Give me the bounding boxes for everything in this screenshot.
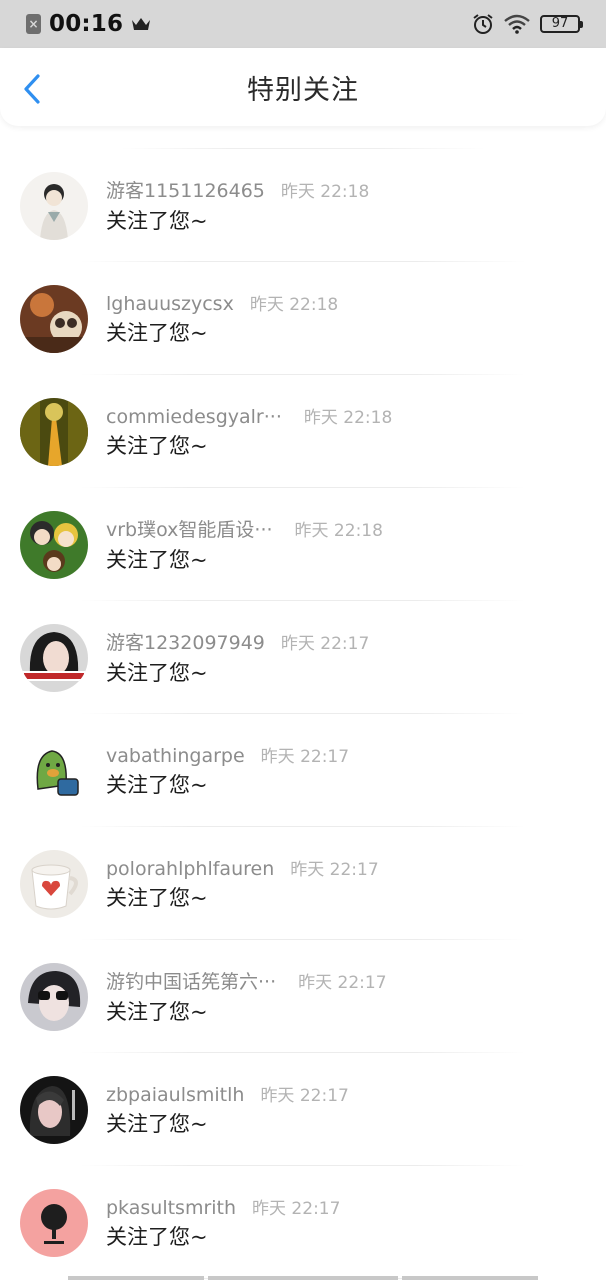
alarm-clock-icon bbox=[473, 14, 493, 34]
user-name: vabathingarpe bbox=[106, 745, 245, 767]
item-info: zbpaiaulsmitlh 昨天 22:17 关注了您~ bbox=[106, 1081, 349, 1138]
user-name: 游客1232097949 bbox=[106, 632, 265, 654]
timestamp: 昨天 22:17 bbox=[280, 634, 370, 654]
crown-icon bbox=[132, 18, 151, 30]
item-info: polorahlphlfauren 昨天 22:17 关注了您~ bbox=[106, 855, 379, 912]
user-name: 游钓中国话筅第六 bbox=[106, 971, 259, 993]
list-item[interactable]: zbpaiaulsmitlh 昨天 22:17 关注了您~ bbox=[0, 1053, 606, 1166]
avatar[interactable] bbox=[20, 962, 88, 1031]
list-item[interactable]: vabathingarpe 昨天 22:17 关注了您~ bbox=[0, 714, 606, 827]
name-ellipsis: ··· bbox=[258, 971, 277, 993]
timestamp: 昨天 22:18 bbox=[294, 521, 383, 541]
list-item[interactable]: polorahlphlfauren 昨天 22:17 关注了您~ bbox=[0, 827, 606, 940]
user-name: vrb璞ox智能盾设 bbox=[106, 519, 255, 541]
status-left: × 00:16 bbox=[26, 11, 151, 37]
status-time: 00:16 bbox=[49, 11, 124, 37]
message-text: 关注了您~ bbox=[106, 1112, 208, 1136]
user-name: zbpaiaulsmitlh bbox=[106, 1084, 245, 1106]
message-text: 关注了您~ bbox=[106, 886, 208, 910]
message-text: 关注了您~ bbox=[106, 209, 208, 233]
list-item[interactable]: commiedesgyalr ··· 昨天 22:18 关注了您~ bbox=[0, 375, 606, 488]
list-item[interactable]: 游客1232097949 昨天 22:17 关注了您~ bbox=[0, 601, 606, 714]
message-text: 关注了您~ bbox=[106, 1000, 208, 1024]
user-name: pkasultsmrith bbox=[106, 1197, 237, 1219]
item-header: lghauuszycsx 昨天 22:18 bbox=[106, 290, 338, 315]
message-text: 关注了您~ bbox=[106, 773, 208, 797]
avatar[interactable] bbox=[20, 1075, 88, 1144]
item-info: 游客1151126465 昨天 22:18 关注了您~ bbox=[106, 176, 369, 235]
timestamp: 昨天 22:17 bbox=[260, 747, 350, 767]
timestamp: 昨天 22:18 bbox=[280, 182, 370, 202]
item-header: polorahlphlfauren 昨天 22:17 bbox=[106, 855, 379, 880]
timestamp: 昨天 22:17 bbox=[298, 973, 387, 993]
scroll-indicator bbox=[68, 1276, 538, 1280]
user-name: commiedesgyalr bbox=[106, 406, 264, 428]
message-text: 关注了您~ bbox=[106, 321, 208, 345]
back-button[interactable] bbox=[20, 72, 46, 106]
indicator-segment bbox=[68, 1276, 204, 1280]
avatar[interactable] bbox=[20, 1188, 88, 1257]
follow-list: 游客1151126465 昨天 22:18 关注了您~ lghauuszycsx… bbox=[0, 136, 606, 1279]
avatar[interactable] bbox=[20, 397, 88, 466]
user-name: lghauuszycsx bbox=[106, 293, 234, 315]
name-ellipsis: ··· bbox=[263, 406, 282, 428]
list-item[interactable]: 游客1151126465 昨天 22:18 关注了您~ bbox=[0, 149, 606, 262]
item-header: pkasultsmrith 昨天 22:17 bbox=[106, 1194, 340, 1219]
avatar[interactable] bbox=[20, 510, 88, 579]
timestamp: 昨天 22:18 bbox=[249, 295, 339, 315]
page-title: 特别关注 bbox=[247, 74, 359, 106]
item-info: 游钓中国话筅第六 ··· 昨天 22:17 关注了您~ bbox=[106, 967, 387, 1026]
wifi-icon bbox=[504, 14, 530, 34]
message-text: 关注了您~ bbox=[106, 434, 208, 458]
avatar[interactable] bbox=[20, 171, 88, 240]
timestamp: 昨天 22:18 bbox=[303, 408, 393, 428]
list-item[interactable]: 游钓中国话筅第六 ··· 昨天 22:17 关注了您~ bbox=[0, 940, 606, 1053]
item-info: vabathingarpe 昨天 22:17 关注了您~ bbox=[106, 742, 349, 799]
item-info: pkasultsmrith 昨天 22:17 关注了您~ bbox=[106, 1194, 340, 1251]
avatar[interactable] bbox=[20, 623, 88, 692]
indicator-segment bbox=[402, 1276, 538, 1280]
timestamp: 昨天 22:17 bbox=[260, 1086, 349, 1106]
item-info: 游客1232097949 昨天 22:17 关注了您~ bbox=[106, 628, 369, 687]
item-header: commiedesgyalr ··· 昨天 22:18 bbox=[106, 403, 392, 428]
navigation-header: 特别关注 bbox=[0, 48, 606, 126]
message-text: 关注了您~ bbox=[106, 1225, 208, 1249]
list-item[interactable]: vrb璞ox智能盾设 ··· 昨天 22:18 关注了您~ bbox=[0, 488, 606, 601]
item-header: 游客1151126465 昨天 22:18 bbox=[106, 176, 369, 203]
item-header: 游客1232097949 昨天 22:17 bbox=[106, 628, 369, 655]
indicator-segment bbox=[208, 1276, 398, 1280]
item-info: commiedesgyalr ··· 昨天 22:18 关注了您~ bbox=[106, 403, 392, 460]
item-header: zbpaiaulsmitlh 昨天 22:17 bbox=[106, 1081, 349, 1106]
item-header: 游钓中国话筅第六 ··· 昨天 22:17 bbox=[106, 967, 387, 994]
item-info: lghauuszycsx 昨天 22:18 关注了您~ bbox=[106, 290, 338, 347]
item-header: vrb璞ox智能盾设 ··· 昨天 22:18 bbox=[106, 515, 383, 542]
item-info: vrb璞ox智能盾设 ··· 昨天 22:18 关注了您~ bbox=[106, 515, 383, 574]
message-text: 关注了您~ bbox=[106, 661, 208, 685]
list-item[interactable]: lghauuszycsx 昨天 22:18 关注了您~ bbox=[0, 262, 606, 375]
list-item[interactable]: pkasultsmrith 昨天 22:17 关注了您~ bbox=[0, 1166, 606, 1279]
status-bar: × 00:16 97 bbox=[0, 0, 606, 48]
timestamp: 昨天 22:17 bbox=[252, 1199, 341, 1219]
name-ellipsis: ··· bbox=[254, 519, 273, 541]
timestamp: 昨天 22:17 bbox=[290, 860, 379, 880]
message-text: 关注了您~ bbox=[106, 548, 208, 572]
status-right: 97 bbox=[472, 13, 583, 35]
chevron-left-icon bbox=[24, 74, 40, 104]
battery-indicator: 97 bbox=[540, 15, 583, 33]
avatar[interactable] bbox=[20, 284, 88, 353]
item-header: vabathingarpe 昨天 22:17 bbox=[106, 742, 349, 767]
user-name: 游客1151126465 bbox=[106, 180, 265, 202]
avatar[interactable] bbox=[20, 736, 88, 805]
app-notification-icon: × bbox=[26, 14, 41, 34]
avatar[interactable] bbox=[20, 849, 88, 918]
user-name: polorahlphlfauren bbox=[106, 858, 275, 880]
